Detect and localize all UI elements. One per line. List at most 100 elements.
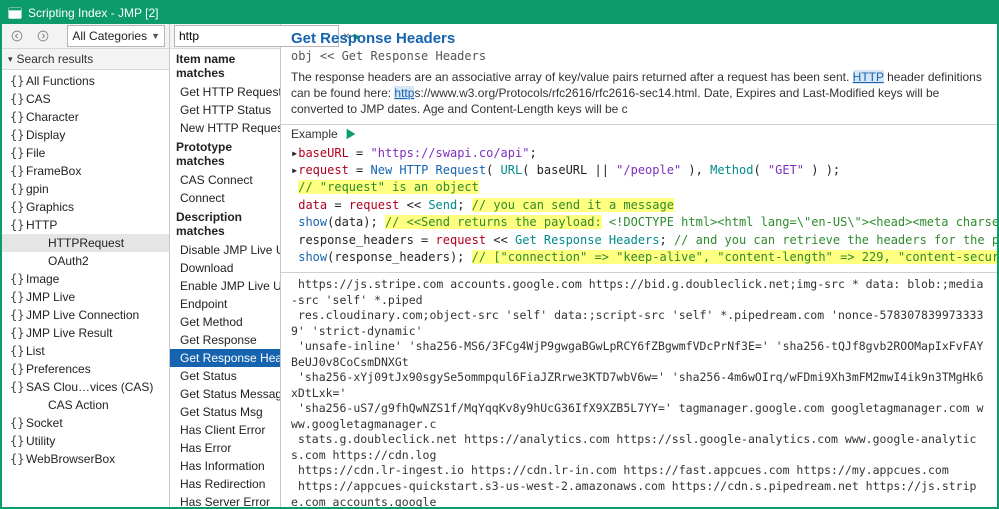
match-item[interactable]: Get HTTP Request — [170, 83, 280, 101]
chevron-down-icon: ▾ — [8, 54, 13, 65]
braces-icon: {} — [10, 326, 24, 340]
tree-item[interactable]: {}Utility — [2, 432, 169, 450]
match-item[interactable]: Has Information — [170, 457, 280, 475]
tree-item[interactable]: {}Character — [2, 108, 169, 126]
tree-item-label: gpin — [26, 182, 49, 196]
tree-item[interactable]: {}HTTP — [2, 216, 169, 234]
code-token: (data); — [327, 215, 385, 229]
category-tree[interactable]: {}All Functions{}CAS{}Character{}Display… — [2, 70, 169, 507]
tree-item-label: JMP Live Connection — [26, 308, 139, 322]
match-item[interactable]: CAS Connect — [170, 171, 280, 189]
tree-item[interactable]: {}File — [2, 144, 169, 162]
back-button[interactable] — [6, 25, 28, 47]
tree-item-label: Character — [26, 110, 79, 124]
match-item[interactable]: Download — [170, 259, 280, 277]
braces-icon: {} — [10, 272, 24, 286]
matches-list[interactable]: Item name matchesGet HTTP RequestGet HTT… — [170, 49, 280, 507]
example-bar: Example — [281, 125, 997, 143]
tree-item-label: OAuth2 — [48, 254, 89, 268]
code-token: "https://swapi.co/api" — [371, 146, 530, 160]
tree-header[interactable]: ▾ Search results — [2, 49, 169, 70]
run-example-button[interactable] — [344, 127, 358, 141]
braces-icon: {} — [10, 308, 24, 322]
output-pane[interactable]: https://js.stripe.com accounts.google.co… — [281, 273, 997, 507]
braces-icon: {} — [10, 290, 24, 304]
chevron-down-icon: ▼ — [151, 31, 160, 41]
code-token: ; — [660, 233, 674, 247]
code-token: = — [349, 146, 371, 160]
match-item[interactable]: Endpoint — [170, 295, 280, 313]
tree-item[interactable]: {}Image — [2, 270, 169, 288]
forward-button[interactable] — [32, 25, 54, 47]
match-item[interactable]: Has Server Error — [170, 493, 280, 507]
tree-item[interactable]: {}Graphics — [2, 198, 169, 216]
code-comment: // <<Send returns the payload: — [385, 215, 602, 229]
match-category-header: Description matches — [170, 207, 280, 241]
match-item[interactable]: Has Client Error — [170, 421, 280, 439]
tree-item-label: CAS Action — [48, 398, 109, 412]
tree-item[interactable]: {}FrameBox — [2, 162, 169, 180]
code-token: Send — [428, 198, 457, 212]
category-dropdown[interactable]: All Categories ▼ — [67, 25, 165, 47]
braces-icon: {} — [10, 362, 24, 376]
tree-item[interactable]: {}JMP Live — [2, 288, 169, 306]
doc-title: Get Response Headers — [291, 30, 987, 47]
tree-item[interactable]: CAS Action — [2, 396, 169, 414]
match-item[interactable]: Disable JMP Live URL — [170, 241, 280, 259]
match-item[interactable]: Get HTTP Status — [170, 101, 280, 119]
tree-item[interactable]: {}Preferences — [2, 360, 169, 378]
app-window: Scripting Index - JMP [2] All Categories… — [0, 0, 999, 509]
match-item[interactable]: Enable JMP Live URL — [170, 277, 280, 295]
tree-item[interactable]: {}Socket — [2, 414, 169, 432]
code-token: = — [349, 163, 371, 177]
doc-description: The response headers are an associative … — [281, 67, 997, 125]
example-code[interactable]: ▸baseURL = "https://swapi.co/api"; ▸requ… — [281, 143, 997, 274]
match-item[interactable]: Get Response Headers — [170, 349, 280, 367]
tree-item[interactable]: HTTPRequest — [2, 234, 169, 252]
matches-panel: × ▸ Item name matchesGet HTTP RequestGet… — [170, 24, 281, 507]
match-item[interactable]: Has Error — [170, 439, 280, 457]
code-token: ; — [457, 198, 471, 212]
match-category-header: Prototype matches — [170, 137, 280, 171]
match-item[interactable]: Get Status Msg — [170, 403, 280, 421]
code-comment: // you can send it a message — [472, 198, 674, 212]
doc-link-rfc[interactable]: http — [394, 86, 414, 100]
braces-icon: {} — [10, 200, 24, 214]
tree-item[interactable]: {}gpin — [2, 180, 169, 198]
code-token: URL — [501, 163, 523, 177]
code-token: request — [436, 233, 487, 247]
match-item[interactable]: Get Method — [170, 313, 280, 331]
match-item[interactable]: Connect — [170, 189, 280, 207]
match-item[interactable]: New HTTP Request — [170, 119, 280, 137]
tree-item[interactable]: OAuth2 — [2, 252, 169, 270]
tree-item[interactable]: {}Display — [2, 126, 169, 144]
tree-item[interactable]: {}JMP Live Connection — [2, 306, 169, 324]
tree-item[interactable]: {}All Functions — [2, 72, 169, 90]
match-item[interactable]: Get Status Message — [170, 385, 280, 403]
code-token: Get Response Headers — [515, 233, 660, 247]
match-item[interactable]: Get Status — [170, 367, 280, 385]
code-token: New HTTP Request — [371, 163, 487, 177]
tree-item-label: Utility — [26, 434, 55, 448]
match-item[interactable]: Has Redirection — [170, 475, 280, 493]
tree-item[interactable]: {}SAS Clou…vices (CAS) — [2, 378, 169, 396]
match-item[interactable]: Get Response — [170, 331, 280, 349]
tree-item-label: HTTP — [26, 218, 57, 232]
tree-item-label: List — [26, 344, 45, 358]
tree-item-label: Display — [26, 128, 65, 142]
tree-item-label: Image — [26, 272, 59, 286]
tree-item[interactable]: {}WebBrowserBox — [2, 450, 169, 468]
tree-item-label: CAS — [26, 92, 51, 106]
left-panel: All Categories ▼ ▾ Search results {}All … — [2, 24, 170, 507]
tree-item-label: SAS Clou…vices (CAS) — [26, 380, 153, 394]
doc-link-http-spec[interactable]: HTTP — [853, 70, 884, 84]
example-label: Example — [291, 127, 338, 141]
code-token: << — [399, 198, 428, 212]
titlebar: Scripting Index - JMP [2] — [2, 2, 997, 24]
tree-item[interactable]: {}CAS — [2, 90, 169, 108]
code-token: baseURL — [298, 146, 349, 160]
window-body: All Categories ▼ ▾ Search results {}All … — [2, 24, 997, 507]
tree-item[interactable]: {}List — [2, 342, 169, 360]
tree-item[interactable]: {}JMP Live Result — [2, 324, 169, 342]
code-token: "GET" — [768, 163, 804, 177]
